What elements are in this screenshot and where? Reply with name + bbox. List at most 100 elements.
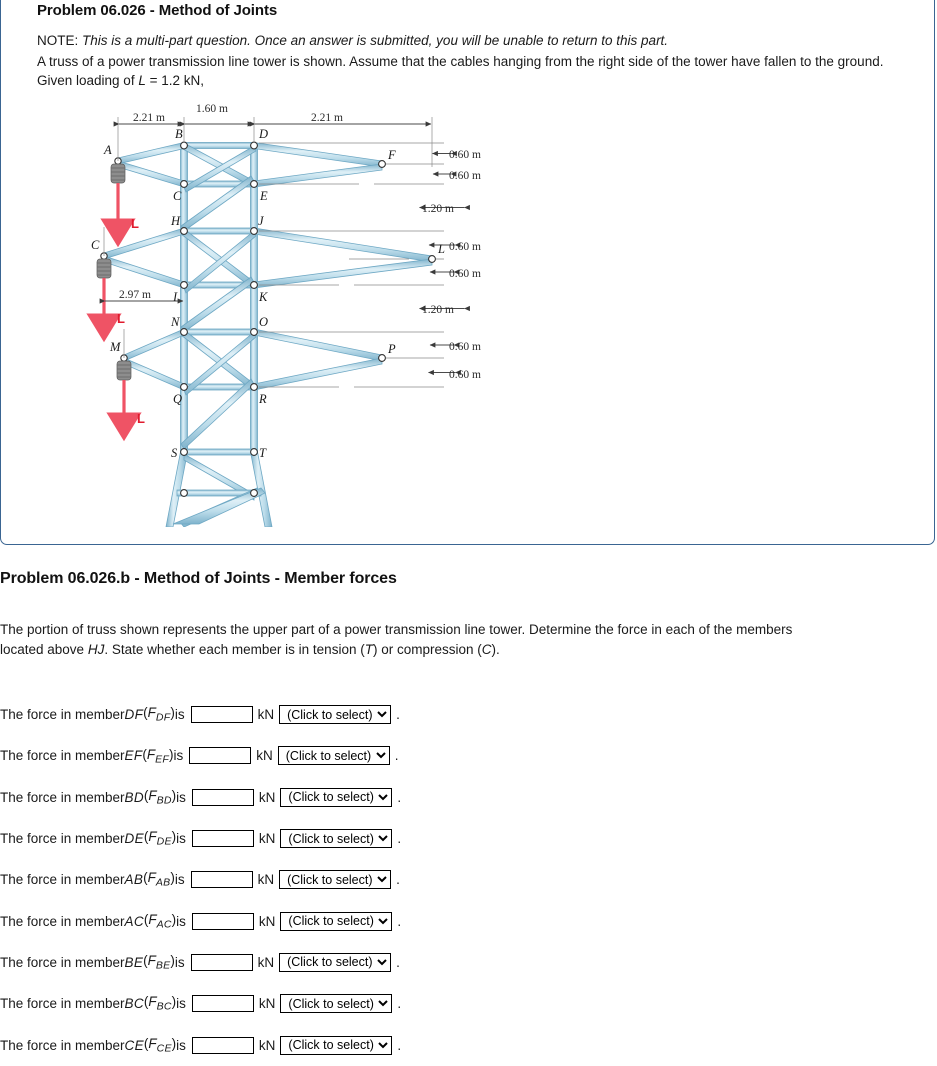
answer-is-word: is <box>176 913 186 929</box>
answer-is-word: is <box>173 748 184 764</box>
answer-prefix-text: The force in member <box>0 789 125 805</box>
svg-text:T: T <box>259 446 267 460</box>
force-symbol: (FCE) <box>143 1035 177 1055</box>
trailing-period: . <box>394 748 399 764</box>
dim-vertical-2: 0.60 m <box>449 170 481 182</box>
answer-is-word: is <box>176 831 186 847</box>
svg-text:S: S <box>171 446 178 460</box>
tension-compression-select[interactable]: (Click to select)TC <box>280 994 393 1014</box>
answer-prefix-text: The force in member <box>0 996 125 1012</box>
answer-prefix-text: The force in member <box>0 748 125 764</box>
dim-horizontal-1: 2.21 m <box>133 112 165 124</box>
svg-text:L: L <box>437 242 445 256</box>
force-value-input[interactable] <box>191 788 254 806</box>
unit-label: kN <box>258 789 276 805</box>
dim-vertical-3: 1.20 m <box>422 203 454 215</box>
trailing-period: . <box>397 996 402 1012</box>
answer-is-word: is <box>174 954 185 970</box>
compression-symbol: C <box>481 642 492 658</box>
problem-panel: Problem 06.026 - Method of Joints NOTE: … <box>0 0 935 545</box>
answer-is-word: is <box>176 996 186 1012</box>
force-value-input[interactable] <box>190 706 253 724</box>
svg-text:N: N <box>170 315 180 329</box>
dim-vertical-7: 0.60 m <box>449 341 481 353</box>
answer-is-word: is <box>174 707 185 723</box>
note-text: This is a multi-part question. Once an a… <box>82 33 669 48</box>
load-label: L <box>131 216 139 231</box>
part-description-line2a: located above <box>0 642 88 658</box>
tension-compression-select[interactable]: (Click to select)TC <box>279 952 392 972</box>
force-symbol: (FBC) <box>143 994 177 1014</box>
force-symbol: (FBE) <box>143 953 175 972</box>
truss-joints <box>100 141 436 497</box>
dim-vertical-5: 0.60 m <box>449 268 481 280</box>
answer-prefix-text: The force in member <box>0 913 125 929</box>
force-value-input[interactable] <box>191 912 254 930</box>
part-description-line1: The portion of truss shown represents th… <box>0 622 793 637</box>
tension-compression-select[interactable]: (Click to select)TC <box>277 746 390 766</box>
intro-text-after: = 1.2 kN, <box>145 73 204 89</box>
intro-variable: L <box>138 73 146 89</box>
tension-compression-select[interactable]: (Click to select)TC <box>280 829 393 849</box>
svg-text:H: H <box>170 214 181 228</box>
svg-text:Q: Q <box>173 392 182 406</box>
tension-compression-select[interactable]: (Click to select)TC <box>279 705 392 725</box>
force-symbol: (FDE) <box>143 829 177 848</box>
dim-left: 2.97 m <box>119 289 151 301</box>
tension-symbol: T <box>364 642 373 658</box>
dim-horizontal-2: 1.60 m <box>196 103 228 115</box>
unit-label: kN <box>258 831 276 847</box>
member-hj-reference: HJ <box>87 642 105 658</box>
part-title: Problem 06.026.b - Method of Joints - Me… <box>0 570 397 587</box>
svg-text:P: P <box>387 342 396 356</box>
force-value-input[interactable] <box>189 747 252 765</box>
svg-text:J: J <box>258 214 265 228</box>
truss-figure: L L L 2.21 m 1.60 m 2.21 m 2.97 m 0.60 m… <box>49 97 519 527</box>
tension-compression-select[interactable]: (Click to select)TC <box>279 870 392 890</box>
force-symbol: (FDF) <box>143 705 175 724</box>
answer-row: The force in member BC (FBC) is kN (Click … <box>0 983 560 1024</box>
trailing-period: . <box>396 872 400 888</box>
unit-label: kN <box>257 872 275 888</box>
dim-vertical-8: 0.60 m <box>449 369 481 381</box>
answer-row: The force in member DF (FDF) is kN (Click … <box>0 694 560 735</box>
svg-text:R: R <box>258 392 267 406</box>
answers-list: The force in member DF (FDF) is kN (Click … <box>0 694 560 1066</box>
tension-compression-select[interactable]: (Click to select)TC <box>280 787 393 807</box>
truss-members <box>100 141 436 527</box>
force-value-input[interactable] <box>190 953 253 971</box>
force-value-input[interactable] <box>190 871 253 889</box>
svg-text:A: A <box>103 143 112 157</box>
answer-is-word: is <box>176 789 186 805</box>
force-value-input[interactable] <box>191 1036 254 1054</box>
force-value-input[interactable] <box>191 830 254 848</box>
svg-text:F: F <box>387 148 396 162</box>
unit-label: kN <box>258 996 276 1012</box>
force-value-input[interactable] <box>191 995 254 1013</box>
tension-compression-select[interactable]: (Click to select)TC <box>280 1035 393 1055</box>
answer-row: The force in member EF (FEF) is kN (Click … <box>0 735 560 776</box>
dim-vertical-6: 1.20 m <box>422 304 454 316</box>
answer-prefix-text: The force in member <box>0 1037 125 1053</box>
svg-text:K: K <box>258 290 268 304</box>
load-label: L <box>137 411 145 426</box>
answer-row: The force in member DE (FDE) is kN (Click … <box>0 818 560 859</box>
answer-is-word: is <box>176 1037 186 1053</box>
page-title: Problem 06.026 - Method of Joints <box>37 2 278 19</box>
trailing-period: . <box>396 707 400 723</box>
svg-text:D: D <box>258 127 268 141</box>
svg-text:C: C <box>173 189 182 203</box>
force-symbol: (FBD) <box>143 787 177 807</box>
answer-row: The force in member CE (FCE) is kN (Click … <box>0 1024 560 1065</box>
answer-prefix-text: The force in member <box>0 872 125 888</box>
trailing-period: . <box>396 954 400 970</box>
member-name: BD <box>124 789 144 805</box>
answer-row: The force in member AC (FAC) is kN (Click … <box>0 900 560 941</box>
unit-label: kN <box>257 954 275 970</box>
answer-row: The force in member BD (FBD) is kN (Click … <box>0 777 560 818</box>
force-symbol: (FAC) <box>143 911 177 931</box>
answer-row: The force in member AB (FAB) is kN (Click … <box>0 859 560 900</box>
tension-compression-select[interactable]: (Click to select)TC <box>280 911 393 931</box>
unit-label: kN <box>258 913 276 929</box>
answer-is-word: is <box>174 872 185 888</box>
